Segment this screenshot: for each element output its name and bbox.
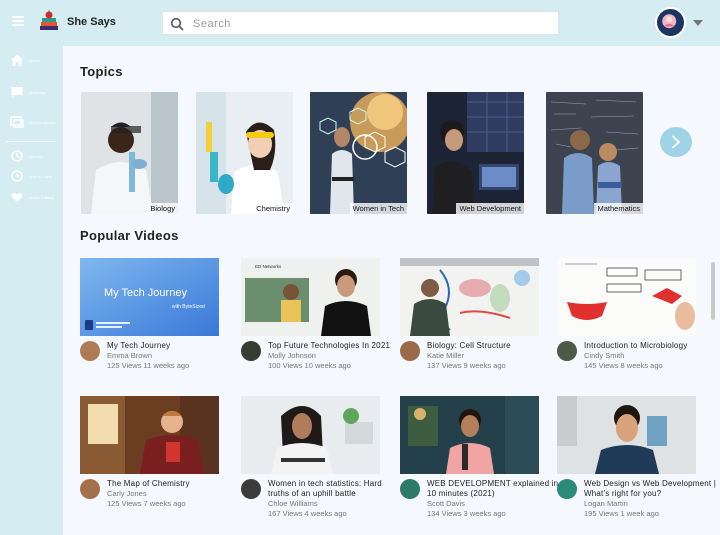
video-thumbnail[interactable] xyxy=(400,396,539,474)
search-bar[interactable] xyxy=(162,11,559,35)
menu-icon[interactable] xyxy=(12,16,24,26)
video-author[interactable]: Katie Miller xyxy=(427,351,562,361)
channel-avatar[interactable] xyxy=(400,341,420,361)
channel-avatar[interactable] xyxy=(241,479,261,499)
search-icon[interactable] xyxy=(170,17,184,31)
video-thumbnail[interactable] xyxy=(557,258,696,336)
chevron-down-icon[interactable] xyxy=(693,20,703,26)
video-author[interactable]: Molly Johnson xyxy=(268,351,403,361)
video-title[interactable]: Biology: Cell Structure xyxy=(427,341,562,351)
video-stats: 100 Views 10 weeks ago xyxy=(268,361,351,370)
heart-icon xyxy=(11,192,23,202)
topic-card-chemistry[interactable]: Chemistry xyxy=(196,92,293,214)
chat-icon xyxy=(11,87,23,98)
video-author[interactable]: Logan Martin xyxy=(584,499,719,509)
sidebar-item-label: Home xyxy=(29,57,41,63)
video-stats: 125 Views 11 weeks ago xyxy=(107,361,190,370)
sidebar-item-label: Message xyxy=(29,89,47,95)
topic-card-women-in-tech[interactable]: Women in Tech xyxy=(310,92,407,214)
video-stats: 134 Views 3 weeks ago xyxy=(427,509,506,518)
sidebar-item-liked-videos[interactable]: Liked Videos xyxy=(10,190,54,204)
sidebar-item-label: History xyxy=(29,153,43,159)
thumbnail-subtitle: with ByteSized xyxy=(172,304,205,310)
main-content: Topics Biology Chemistry Women in Tech W… xyxy=(63,46,720,535)
topic-card-biology[interactable]: Biology xyxy=(81,92,178,214)
sidebar: Home Message Subscriptions History Watch… xyxy=(0,46,63,535)
video-title[interactable]: WEB DEVELOPMENT explained in 10 minutes … xyxy=(427,479,562,499)
channel-avatar[interactable] xyxy=(557,341,577,361)
video-thumbnail[interactable] xyxy=(80,396,219,474)
video-author[interactable]: Cindy Smith xyxy=(584,351,719,361)
topic-image xyxy=(81,92,178,214)
channel-avatar[interactable] xyxy=(241,341,261,361)
video-thumbnail[interactable] xyxy=(400,258,539,336)
video-stats: 167 Views 4 weeks ago xyxy=(268,509,347,518)
sidebar-item-message[interactable]: Message xyxy=(10,85,47,99)
app-title[interactable]: She Says xyxy=(67,16,116,28)
thumbnail-title: My Tech Journey xyxy=(104,287,187,299)
video-title[interactable]: Introduction to Microbiology xyxy=(584,341,719,351)
video-author[interactable]: Chloe Williams xyxy=(268,499,403,509)
topics-heading: Topics xyxy=(80,64,123,79)
video-title[interactable]: My Tech Journey xyxy=(107,341,242,351)
sidebar-divider xyxy=(6,141,56,142)
video-stats: 145 Views 8 weeks ago xyxy=(584,361,663,370)
video-thumbnail[interactable]: ED Networks xyxy=(241,258,380,336)
video-title[interactable]: Web Design vs Web Development | What's r… xyxy=(584,479,719,499)
chevron-right-icon xyxy=(672,135,680,149)
sidebar-item-label: Watch Later xyxy=(29,173,53,179)
topic-label: Biology xyxy=(147,203,178,214)
video-thumbnail[interactable]: My Tech Journey with ByteSized xyxy=(80,258,219,336)
topic-image xyxy=(427,92,524,214)
channel-avatar[interactable] xyxy=(80,479,100,499)
channel-avatar[interactable] xyxy=(80,341,100,361)
topic-image xyxy=(196,92,293,214)
channel-avatar[interactable] xyxy=(400,479,420,499)
video-title[interactable]: The Map of Chemistry xyxy=(107,479,242,489)
video-author[interactable]: Emma Brown xyxy=(107,351,242,361)
topics-next-button[interactable] xyxy=(660,127,692,157)
history-icon xyxy=(11,150,23,162)
sidebar-item-watch-later[interactable]: Watch Later xyxy=(10,169,53,183)
video-title[interactable]: Women in tech statistics: Hard truths of… xyxy=(268,479,403,499)
video-stats: 125 Views 7 weeks ago xyxy=(107,499,186,508)
video-thumbnail[interactable] xyxy=(241,396,380,474)
topic-image xyxy=(310,92,407,214)
sidebar-item-home[interactable]: Home xyxy=(10,53,40,67)
user-avatar[interactable] xyxy=(655,7,686,38)
topic-card-web-development[interactable]: Web Development xyxy=(427,92,524,214)
topic-card-mathematics[interactable]: Mathematics xyxy=(546,92,643,214)
video-stats: 195 Views 1 week ago xyxy=(584,509,659,518)
video-title[interactable]: Top Future Technologies In 2021 xyxy=(268,341,403,351)
search-input[interactable] xyxy=(193,15,543,33)
sidebar-item-label: Subscriptions xyxy=(29,119,56,125)
topic-label: Women in Tech xyxy=(349,203,407,214)
top-bar: She Says xyxy=(0,0,720,46)
topic-label: Web Development xyxy=(456,203,524,214)
video-author[interactable]: Scott Davis xyxy=(427,499,562,509)
popular-videos-heading: Popular Videos xyxy=(80,228,179,243)
sidebar-item-history[interactable]: History xyxy=(10,149,43,163)
topic-label: Chemistry xyxy=(253,203,293,214)
book-stack-logo-icon[interactable] xyxy=(38,10,60,32)
scrollbar[interactable] xyxy=(711,262,715,320)
video-author[interactable]: Carly Jones xyxy=(107,489,242,499)
sidebar-item-label: Liked Videos xyxy=(29,194,55,200)
clock-icon xyxy=(11,170,23,182)
thumbnail-title: ED Networks xyxy=(255,264,282,269)
topic-label: Mathematics xyxy=(594,203,643,214)
channel-avatar[interactable] xyxy=(557,479,577,499)
topic-image xyxy=(546,92,643,214)
video-thumbnail[interactable] xyxy=(557,396,696,474)
home-icon xyxy=(11,54,23,66)
sidebar-item-subscriptions[interactable]: Subscriptions xyxy=(10,115,56,129)
subscriptions-icon xyxy=(10,116,24,128)
video-stats: 137 Views 9 weeks ago xyxy=(427,361,506,370)
